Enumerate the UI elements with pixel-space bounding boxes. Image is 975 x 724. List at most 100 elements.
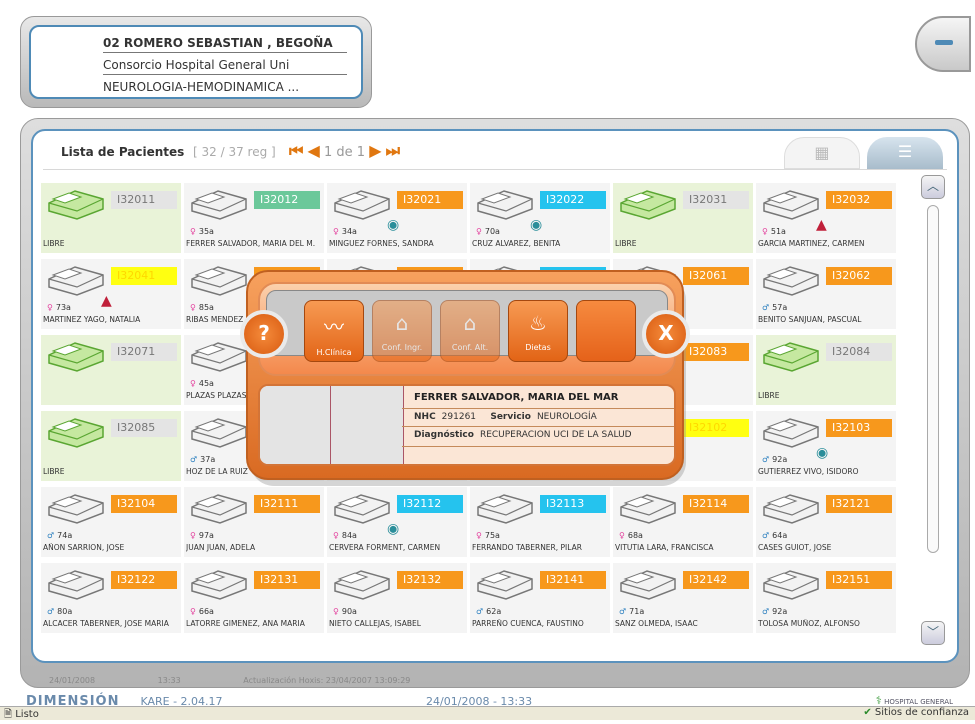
bed-discharge-icon: ⌂	[463, 311, 477, 335]
bed-card[interactable]: I32142 ♂ 71a SANZ OLMEDA, ISAAC	[613, 563, 753, 633]
bed-code: I32104	[111, 495, 177, 513]
bed-status: LIBRE	[615, 239, 637, 248]
bed-icon	[45, 415, 107, 453]
scroll-track[interactable]	[927, 205, 939, 553]
bed-icon	[331, 187, 393, 225]
female-icon: ♀	[190, 379, 196, 388]
first-page-icon[interactable]: ⏮	[289, 141, 303, 160]
browser-statusbar: 🗎 Listo ✔ Sitios de confianza	[0, 706, 975, 720]
clinical-history-button[interactable]: 〰 H.Clínica	[304, 300, 364, 362]
bed-card[interactable]: I32132 ♀ 90a NIETO CALLEJAS, ISABEL	[327, 563, 467, 633]
bed-code: I32041	[111, 267, 177, 285]
clinical-history-icon: 〰	[324, 315, 344, 339]
bed-card[interactable]: I32031 LIBRE	[613, 183, 753, 253]
bed-icon	[188, 339, 250, 377]
patient-age: ♀ 51a	[762, 227, 786, 236]
bed-card[interactable]: I32084 LIBRE	[756, 335, 896, 405]
close-button[interactable]: X	[642, 310, 690, 358]
confirm-discharge-button[interactable]: ⌂ Conf. Alt.	[440, 300, 500, 362]
list-view-tab[interactable]: ☰	[867, 137, 943, 169]
bed-card[interactable]: I32021 ◉ ♀ 34a MINGUEZ FORNES, SANDRA	[327, 183, 467, 253]
bed-card[interactable]: I32112 ◉ ♀ 84a CERVERA FORMENT, CARMEN	[327, 487, 467, 557]
patient-name-short: GARCIA MARTINEZ, CARMEN	[758, 239, 865, 248]
patient-name-short: TOLOSA MUÑOZ, ALFONSO	[758, 619, 860, 628]
bed-code: I32111	[254, 495, 320, 513]
minimize-button[interactable]	[915, 16, 971, 72]
female-icon: ♀	[619, 531, 625, 540]
bed-status: LIBRE	[43, 239, 65, 248]
bed-card[interactable]: I32111 ♀ 97a JUAN JUAN, ADELA	[184, 487, 324, 557]
next-page-icon[interactable]: ▶	[369, 141, 381, 160]
bed-card[interactable]: I32032 ▲ ♀ 51a GARCIA MARTINEZ, CARMEN	[756, 183, 896, 253]
bed-card[interactable]: I32012 ♀ 35a FERRER SALVADOR, MARIA DEL M.	[184, 183, 324, 253]
male-icon: ♂	[476, 607, 484, 616]
scroll-down-button[interactable]: ﹀	[921, 621, 945, 645]
popup-patient-name: FERRER SALVADOR, MARIA DEL MAR	[414, 392, 619, 403]
bed-card[interactable]: I32022 ◉ ♀ 70a CRUZ ALVAREZ, BENITA	[470, 183, 610, 253]
patient-name-short: FERRER SALVADOR, MARIA DEL M.	[186, 239, 316, 248]
list-icon: ☰	[897, 142, 913, 161]
patient-name-short: BENITO SANJUAN, PASCUAL	[758, 315, 862, 324]
last-page-icon[interactable]: ⏭	[386, 141, 400, 160]
confirm-admission-button[interactable]: ⌂ Conf. Ingr.	[372, 300, 432, 362]
bed-card[interactable]: I32085 LIBRE	[41, 411, 181, 481]
check-icon: ✔	[863, 707, 872, 718]
bed-card[interactable]: I32114 ♀ 68a VITUTIA LARA, FRANCISCA	[613, 487, 753, 557]
bed-card[interactable]: I32071	[41, 335, 181, 405]
bed-card[interactable]: I32041 ▲ ♀ 73a MARTINEZ YAGO, NATALIA	[41, 259, 181, 329]
footer-update: Actualización Hoxis: 23/04/2007 13:09:29	[243, 676, 411, 685]
patient-age: ♂ 74a	[47, 531, 73, 540]
patient-age: ♀ 35a	[190, 227, 214, 236]
warning-icon: ▲	[101, 293, 112, 309]
patient-name: 02 ROMERO SEBASTIAN , BEGOÑA	[103, 33, 347, 53]
bed-card[interactable]: I32104 ♂ 74a AÑON SARRION, JOSE	[41, 487, 181, 557]
info-divider	[402, 426, 674, 427]
bed-icon	[188, 263, 250, 301]
bed-code: I32071	[111, 343, 177, 361]
bed-icon: ⌂	[395, 311, 409, 335]
bed-card[interactable]: I32122 ♂ 80a ALCACER TABERNER, JOSE MARIA	[41, 563, 181, 633]
bed-card[interactable]: I32131 ♀ 66a LATORRE GIMENEZ, ANA MARIA	[184, 563, 324, 633]
warning-icon: ▲	[816, 217, 827, 233]
bed-card[interactable]: I32062 ♂ 57a BENITO SANJUAN, PASCUAL	[756, 259, 896, 329]
bed-code: I32012	[254, 191, 320, 209]
vertical-scrollbar[interactable]: ︿ ﹀	[921, 175, 945, 645]
grid-view-tab[interactable]: ▦	[783, 137, 860, 169]
bed-card[interactable]: I32113 ♀ 75a FERRANDO TABERNER, PILAR	[470, 487, 610, 557]
bed-code: I32103	[826, 419, 892, 437]
patient-age: ♂ 71a	[619, 607, 645, 616]
info-divider	[402, 446, 674, 447]
bed-icon	[760, 263, 822, 301]
bed-card[interactable]: I32121 ♂ 64a CASES GUIOT, JOSE	[756, 487, 896, 557]
bed-card[interactable]: I32103 ◉ ♂ 92a GUTIERREZ VIVO, ISIDORO	[756, 411, 896, 481]
female-icon: ♀	[190, 303, 196, 312]
patient-age: ♀ 73a	[47, 303, 71, 312]
bed-code: I32114	[683, 495, 749, 513]
page-icon: 🗎	[4, 709, 13, 720]
bed-icon	[474, 491, 536, 529]
female-icon: ♀	[47, 303, 53, 312]
minus-icon	[935, 40, 953, 45]
patient-age: ♀ 85a	[190, 303, 214, 312]
bed-card[interactable]: I32011 LIBRE	[41, 183, 181, 253]
pager: ⏮ ◀ 1 de 1 ▶ ⏭	[289, 141, 400, 161]
patient-age: ♀ 68a	[619, 531, 643, 540]
patient-name-short: GUTIERREZ VIVO, ISIDORO	[758, 467, 859, 476]
help-button[interactable]: ?	[240, 310, 288, 358]
bed-card[interactable]: I32141 ♂ 62a PARREÑO CUENCA, FAUSTINO	[470, 563, 610, 633]
bed-code: I32061	[683, 267, 749, 285]
patient-hospital: Consorcio Hospital General Uni	[103, 55, 347, 75]
food-icon: ♨	[529, 311, 547, 335]
patient-age: ♀ 97a	[190, 531, 214, 540]
bed-icon	[45, 339, 107, 377]
scroll-up-button[interactable]: ︿	[921, 175, 945, 199]
prev-page-icon[interactable]: ◀	[308, 141, 320, 160]
bed-icon	[45, 567, 107, 605]
bed-icon	[617, 567, 679, 605]
bed-card[interactable]: I32151 ♂ 92a TOLOSA MUÑOZ, ALFONSO	[756, 563, 896, 633]
bed-code: I32113	[540, 495, 606, 513]
female-icon: ♀	[190, 531, 196, 540]
diets-button[interactable]: ♨ Dietas	[508, 300, 568, 362]
bed-icon	[188, 567, 250, 605]
records-count: [ 32 / 37 reg ]	[193, 145, 276, 159]
